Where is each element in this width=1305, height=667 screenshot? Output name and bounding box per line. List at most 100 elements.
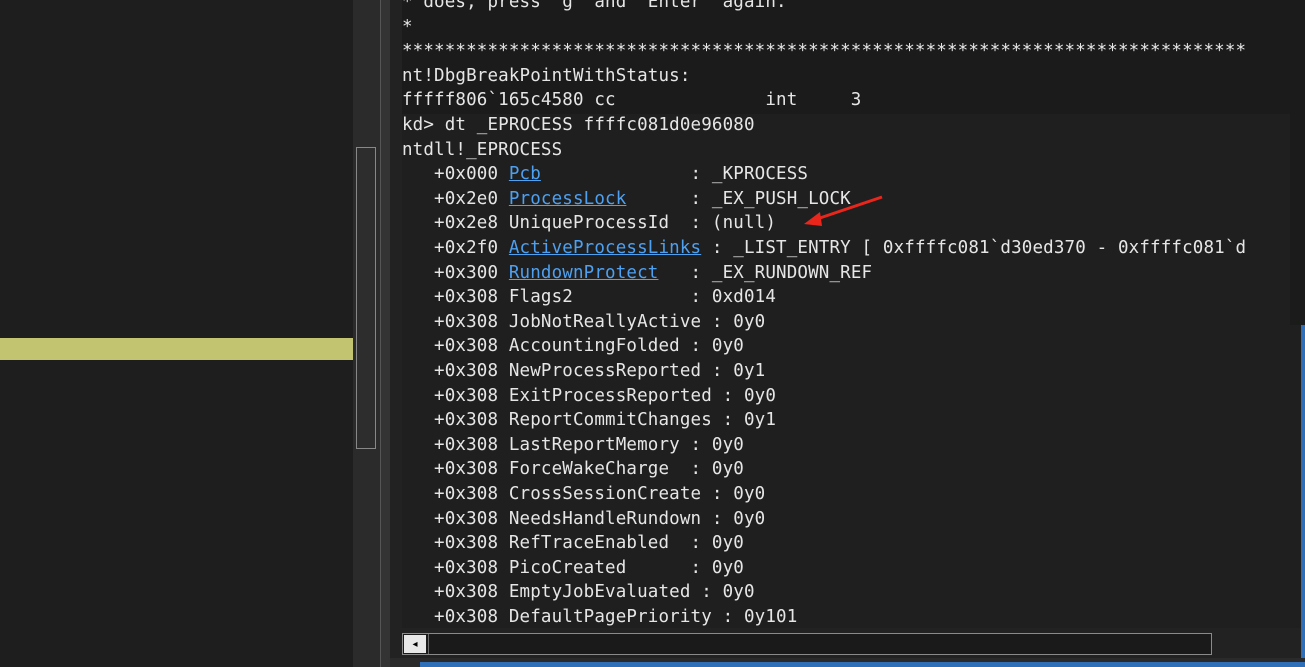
field-value: (null) [711,213,777,234]
field-value: 0y0 [722,582,755,603]
field-padding [626,189,690,209]
field-separator: : [711,484,734,504]
field-separator: : [711,508,734,529]
field-offset: +0x308 [402,434,509,455]
field-name-link[interactable]: Pcb [509,164,541,184]
field-offset: +0x308 [402,361,509,381]
field-padding [712,386,723,406]
struct-field-row: +0x308 RefTraceEnabled : 0y0 [402,531,744,555]
field-separator: : [690,336,712,357]
field-value: _EX_RUNDOWN_REF [711,262,873,283]
field-padding [701,238,712,258]
field-padding [669,213,690,233]
field-offset: +0x308 [402,287,509,308]
field-name: PicoCreated [508,557,627,578]
output-line: kd> dt _EPROCESS ffffc081d0e96080 [402,115,755,135]
field-name: ForceWakeCharge [508,459,670,480]
field-padding [658,263,690,283]
field-name: Flags2 [508,287,573,308]
field-value: _KPROCESS [711,164,809,185]
struct-field-row: +0x308 ReportCommitChanges : 0y1 [402,408,776,432]
struct-field-row: +0x308 DefaultPagePriority : 0y101 [402,605,797,628]
field-value: 0y101 [743,607,798,627]
field-separator: : [690,459,712,480]
field-separator: : [722,607,744,627]
field-name-link[interactable]: ActiveProcessLinks [509,238,701,258]
struct-field-row: +0x308 EmptyJobEvaluated : 0y0 [402,580,755,604]
field-name: NeedsHandleRundown [508,508,702,529]
field-offset: +0x308 [402,311,509,332]
field-value: 0y0 [743,385,777,406]
field-offset: +0x308 [402,459,509,480]
output-line: ntdll!_EPROCESS [402,139,563,160]
field-name-link[interactable]: RundownProtect [509,263,659,283]
field-name: RefTraceEnabled [508,533,670,554]
field-name: NewProcessReported [508,361,702,381]
field-name: EmptyJobEvaluated [508,582,691,603]
field-padding [701,484,712,504]
field-name-link[interactable]: ProcessLock [509,189,627,209]
output-line: ****************************************… [402,41,1247,62]
struct-field-row: +0x2f0 ActiveProcessLinks : _LIST_ENTRY … [402,236,1246,260]
command-output[interactable]: * does, press "g" and "Enter" again. * ***… [402,0,1305,628]
current-line-highlight [0,338,353,360]
struct-field-row: +0x300 RundownProtect : _EX_RUNDOWN_REF [402,261,872,285]
field-offset: +0x300 [402,262,509,283]
field-name: AccountingFolded [508,336,680,357]
field-separator: : [690,287,712,308]
field-separator: : [711,238,734,258]
struct-field-row: +0x2e8 UniqueProcessId : (null) [402,211,776,235]
output-line: nt!DbgBreakPointWithStatus: [402,65,691,86]
field-value: 0y0 [733,311,766,332]
field-separator: : [690,213,712,234]
field-padding [626,558,690,578]
struct-field-row: +0x2e0 ProcessLock : _EX_PUSH_LOCK [402,187,851,211]
field-padding [669,533,690,553]
chevron-left-icon: ◂ [412,638,418,650]
struct-field-row: +0x308 AccountingFolded : 0y0 [402,334,744,358]
field-value: 0y0 [733,508,766,529]
annotation-arrow-head [804,212,822,226]
field-separator: : [690,262,712,283]
field-value: 0xd014 [711,287,777,308]
field-offset: +0x308 [402,533,509,554]
field-value: 0y0 [711,434,744,455]
field-name: LastReportMemory [508,434,680,455]
field-separator: : [690,164,712,185]
field-padding [712,607,723,627]
field-separator: : [690,188,712,209]
scroll-left-button[interactable]: ◂ [404,635,426,653]
field-separator: : [722,410,744,431]
field-padding [680,336,691,356]
output-line: fffff806`165c4580 cc int 3 [402,90,862,111]
field-value: 0y1 [733,361,766,381]
field-name: ExitProcessReported [508,385,712,406]
field-name: CrossSessionCreate [508,484,702,504]
field-offset: +0x308 [402,557,509,578]
field-padding [669,459,690,479]
right-edge-accent [1301,325,1305,667]
field-separator: : [690,533,712,554]
output-line: * does, press "g" and "Enter" again. [402,0,787,12]
field-padding [680,435,691,455]
vertical-scroll-thumb[interactable] [356,147,376,449]
field-padding [701,361,712,381]
field-separator: : [690,557,712,578]
struct-field-row: +0x308 PicoCreated : 0y0 [402,556,744,580]
field-offset: +0x308 [402,385,509,406]
field-offset: +0x308 [402,336,509,357]
struct-field-row: +0x000 Pcb : _KPROCESS [402,162,808,186]
field-value: 0y0 [711,557,744,578]
field-value: 0y0 [711,533,744,554]
field-padding [712,410,723,430]
field-padding [691,582,702,602]
field-separator: : [711,311,734,332]
field-padding [541,164,691,184]
field-value: 0y0 [711,336,744,357]
struct-field-row: +0x308 NeedsHandleRundown : 0y0 [402,507,765,531]
pane-divider[interactable] [380,0,390,667]
field-offset: +0x308 [402,582,509,603]
horizontal-scroll-track[interactable] [428,634,1211,654]
field-name: JobNotReallyActive [508,311,702,332]
field-separator: : [690,434,712,455]
